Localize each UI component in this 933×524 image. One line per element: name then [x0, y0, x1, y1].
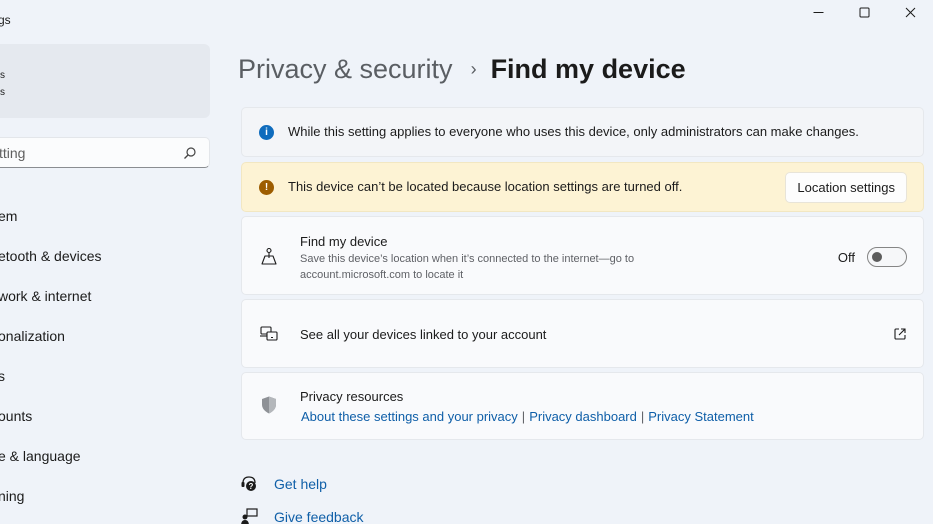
minimize-button[interactable]	[795, 0, 841, 24]
link-separator: |	[640, 409, 645, 424]
give-feedback-link[interactable]: Give feedback	[240, 508, 364, 524]
sidebar-item-bluetooth-devices[interactable]: etooth & devices	[0, 236, 102, 276]
privacy-links: About these settings and your privacy | …	[301, 409, 754, 424]
sidebar-item-label: s	[0, 368, 5, 384]
about-settings-privacy-link[interactable]: About these settings and your privacy	[301, 409, 518, 424]
sidebar-item-label: e & language	[0, 448, 81, 464]
sidebar-item-label: ounts	[0, 408, 33, 424]
link-separator: |	[521, 409, 526, 424]
privacy-resources-title: Privacy resources	[300, 389, 404, 404]
sidebar-nav: em etooth & devices work & internet onal…	[0, 196, 102, 516]
info-icon: i	[259, 125, 274, 140]
sidebar-item-personalization[interactable]: onalization	[0, 316, 102, 356]
sidebar-item-apps[interactable]: s	[0, 356, 102, 396]
linked-devices-title: See all your devices linked to your acco…	[300, 327, 547, 342]
maximize-icon	[859, 7, 869, 17]
sidebar-item-label: work & internet	[0, 288, 92, 304]
search-icon[interactable]	[183, 146, 197, 160]
get-help-label: Get help	[274, 476, 327, 492]
breadcrumb-parent[interactable]: Privacy & security	[238, 54, 453, 85]
window-controls	[795, 0, 933, 24]
give-feedback-icon	[241, 508, 258, 524]
toggle-knob	[872, 252, 882, 262]
sidebar-item-network-internet[interactable]: work & internet	[0, 276, 102, 316]
find-my-device-title: Find my device	[300, 234, 388, 249]
privacy-resources: Privacy resources About these settings a…	[241, 372, 924, 440]
profile-card[interactable]: s s	[0, 44, 210, 118]
breadcrumb-separator: ›	[470, 59, 477, 79]
maximize-button[interactable]	[841, 0, 887, 24]
app-title: gs	[0, 13, 11, 27]
settings-search-input[interactable]: tting	[0, 137, 210, 168]
find-my-device-toggle[interactable]	[867, 247, 907, 267]
warning-banner-text: This device can’t be located because loc…	[288, 179, 683, 194]
linked-devices-link[interactable]: See all your devices linked to your acco…	[241, 299, 924, 368]
sidebar-item-label: onalization	[0, 328, 65, 344]
search-placeholder: tting	[0, 144, 26, 161]
breadcrumb: Privacy & security › Find my device	[238, 54, 686, 85]
shield-icon	[262, 396, 276, 414]
sidebar-item-system[interactable]: em	[0, 196, 102, 236]
privacy-dashboard-link[interactable]: Privacy dashboard	[529, 409, 637, 424]
sidebar-item-label: etooth & devices	[0, 248, 102, 264]
get-help-icon: ?	[241, 476, 256, 491]
svg-text:?: ?	[249, 482, 254, 491]
warning-icon: !	[259, 180, 274, 195]
profile-email: s	[0, 87, 5, 98]
warning-banner: ! This device can’t be located because l…	[241, 162, 924, 212]
info-banner: i While this setting applies to everyone…	[241, 107, 924, 157]
close-button[interactable]	[887, 0, 933, 24]
minimize-icon	[813, 11, 823, 13]
find-my-device-setting: Find my device Save this device’s locati…	[241, 216, 924, 295]
give-feedback-label: Give feedback	[274, 509, 364, 524]
privacy-statement-link[interactable]: Privacy Statement	[648, 409, 754, 424]
find-my-device-description: Save this device’s location when it’s co…	[300, 253, 635, 281]
page-title: Find my device	[490, 54, 686, 84]
sidebar-item-gaming[interactable]: ning	[0, 476, 102, 516]
info-banner-text: While this setting applies to everyone w…	[288, 124, 859, 139]
location-settings-button[interactable]: Location settings	[785, 172, 907, 203]
sidebar-item-label: em	[0, 208, 18, 224]
sidebar-item-time-language[interactable]: e & language	[0, 436, 102, 476]
toggle-state-label: Off	[837, 250, 855, 265]
sidebar-item-accounts[interactable]: ounts	[0, 396, 102, 436]
devices-icon	[260, 326, 278, 341]
close-icon	[905, 7, 915, 17]
get-help-link[interactable]: ? Get help	[240, 475, 327, 493]
sidebar-item-label: ning	[0, 488, 25, 504]
external-link-icon[interactable]	[893, 327, 907, 341]
profile-name: s	[0, 70, 5, 81]
find-device-icon	[261, 247, 277, 265]
